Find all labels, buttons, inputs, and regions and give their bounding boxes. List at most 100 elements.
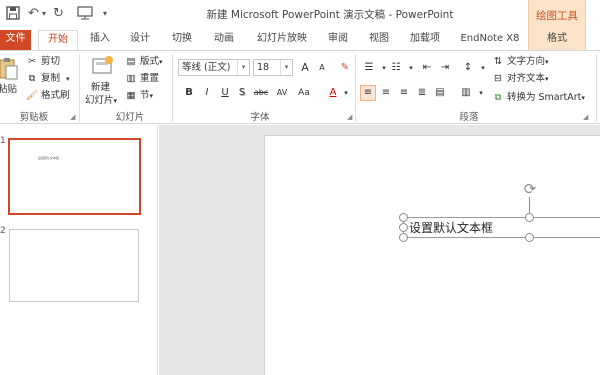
slide-thumbnail-1[interactable]: 设置默认文本框: [8, 138, 141, 215]
tab-file[interactable]: 文件: [0, 30, 31, 50]
smartart-label: 转换为 SmartArt: [507, 92, 582, 103]
layout-icon: ▤: [126, 56, 136, 67]
redo-icon[interactable]: ↻: [53, 6, 64, 22]
grow-font-button[interactable]: A: [297, 60, 313, 76]
layout-button[interactable]: ▤ 版式▾: [124, 55, 163, 69]
align-text-button[interactable]: ⊟ 对齐文本▾: [491, 72, 549, 86]
align-center-icon[interactable]: ≡: [378, 85, 394, 101]
justify-icon[interactable]: ≣: [414, 85, 430, 101]
section-label: 节: [140, 90, 150, 101]
tab-view[interactable]: 视图: [364, 30, 394, 50]
clear-formatting-icon[interactable]: ✎: [337, 60, 353, 76]
character-spacing-button[interactable]: AV: [274, 85, 290, 101]
underline-button[interactable]: U: [217, 85, 233, 101]
text-direction-icon: ⇅: [494, 56, 502, 67]
undo-dropdown-icon[interactable]: ▾: [42, 6, 46, 22]
resize-handle[interactable]: [525, 233, 534, 242]
tab-transitions[interactable]: 切换: [168, 30, 196, 50]
change-case-button[interactable]: Aa: [296, 85, 312, 101]
title-bar: ↶ ▾ ↻ ▾ 新建 Microsoft PowerPoint 演示文稿 - P…: [0, 0, 600, 30]
shadow-button[interactable]: S: [234, 85, 250, 101]
paragraph-launcher-icon[interactable]: ◢: [583, 113, 588, 121]
font-family-select[interactable]: 等线 (正文) ▾: [178, 59, 250, 76]
numbering-icon[interactable]: ☷: [388, 60, 404, 76]
resize-handle[interactable]: [399, 233, 408, 242]
line-spacing-icon[interactable]: ↕: [460, 60, 476, 76]
tab-endnote[interactable]: EndNote X8: [458, 30, 522, 50]
window-title: 新建 Microsoft PowerPoint 演示文稿 - PowerPoin…: [206, 9, 454, 21]
italic-button[interactable]: I: [199, 85, 215, 101]
current-slide[interactable]: [264, 135, 600, 375]
align-left-icon[interactable]: ≡: [360, 85, 376, 101]
bullets-icon[interactable]: ☰: [361, 60, 377, 76]
qat-customize-icon[interactable]: ▾: [103, 6, 107, 22]
font-launcher-icon[interactable]: ◢: [347, 113, 352, 121]
ribbon-tabs: 文件 开始 插入 设计 切换 动画 幻灯片放映 审阅 视图 加载项 EndNot…: [0, 30, 600, 51]
tab-animations[interactable]: 动画: [210, 30, 238, 50]
undo-icon[interactable]: ↶: [28, 6, 39, 22]
tab-format[interactable]: 格式: [528, 30, 586, 50]
reset-label: 重置: [140, 73, 160, 84]
thumbnail-text: 设置默认文本框: [38, 156, 60, 160]
cut-button[interactable]: ✂ 剪切: [25, 55, 60, 69]
paste-icon[interactable]: [0, 57, 18, 84]
align-text-label: 对齐文本: [507, 73, 546, 84]
new-slide-icon[interactable]: [91, 55, 115, 80]
text-direction-button[interactable]: ⇅ 文字方向▾: [491, 55, 549, 69]
reset-button[interactable]: ▥ 重置: [124, 72, 160, 86]
section-button[interactable]: ▦ 节▾: [124, 89, 154, 103]
bold-button[interactable]: B: [181, 85, 197, 101]
rotate-handle-icon[interactable]: ⟳: [522, 181, 538, 197]
decrease-indent-icon[interactable]: ⇤: [419, 60, 435, 76]
resize-handle[interactable]: [399, 213, 408, 222]
chevron-down-icon: ▾: [545, 75, 549, 83]
copy-icon: ⧉: [28, 73, 36, 84]
shrink-font-button[interactable]: A: [314, 60, 330, 76]
tab-review[interactable]: 审阅: [323, 30, 353, 50]
tab-addins[interactable]: 加载项: [405, 30, 445, 50]
section-icon: ▦: [126, 90, 136, 101]
text-box-content[interactable]: 设置默认文本框: [409, 219, 493, 236]
tab-home[interactable]: 开始: [38, 30, 78, 51]
group-divider: [172, 54, 173, 122]
font-family-value: 等线 (正文): [182, 62, 231, 73]
resize-handle[interactable]: [399, 223, 408, 232]
columns-icon[interactable]: ▥: [458, 85, 474, 101]
save-icon[interactable]: [6, 6, 20, 22]
chevron-down-icon: ▾: [545, 58, 549, 66]
tab-slideshow[interactable]: 幻灯片放映: [252, 30, 312, 50]
strikethrough-button[interactable]: abc: [252, 85, 270, 101]
resize-handle[interactable]: [525, 213, 534, 222]
chevron-down-icon[interactable]: ▾: [475, 60, 491, 76]
new-slide-dropdown[interactable]: 幻灯片▾: [85, 94, 117, 108]
chevron-down-icon[interactable]: ▾: [403, 60, 419, 76]
text-direction-label: 文字方向: [507, 56, 546, 67]
paste-button[interactable]: 粘贴: [0, 83, 17, 97]
chevron-down-icon[interactable]: ▾: [473, 85, 489, 101]
tab-design[interactable]: 设计: [126, 30, 154, 50]
format-painter-button[interactable]: 🖌 格式刷: [25, 89, 70, 103]
clipboard-group-label: 剪贴板: [19, 112, 49, 123]
start-from-beginning-icon[interactable]: [77, 6, 93, 22]
align-right-icon[interactable]: ≡: [396, 85, 412, 101]
copy-dropdown-icon: ▾: [66, 75, 70, 83]
slide-thumbnail-2[interactable]: [9, 229, 139, 302]
new-slide-label-2: 幻灯片: [85, 95, 114, 106]
copy-button[interactable]: ⧉ 复制 ▾: [25, 72, 70, 86]
new-slide-label[interactable]: 新建: [91, 81, 110, 95]
tab-insert[interactable]: 插入: [86, 30, 114, 50]
chevron-down-icon: ▾: [237, 60, 249, 75]
chevron-down-icon[interactable]: ▾: [338, 85, 354, 101]
increase-indent-icon[interactable]: ⇥: [437, 60, 453, 76]
drawing-tools-context: 绘图工具: [528, 0, 586, 30]
font-size-select[interactable]: 18 ▾: [253, 59, 293, 76]
distributed-icon[interactable]: ▤: [432, 85, 448, 101]
smartart-button[interactable]: ⧉ 转换为 SmartArt▾: [491, 91, 585, 105]
clipboard-launcher-icon[interactable]: ◢: [70, 113, 75, 121]
copy-label: 复制: [41, 73, 61, 84]
group-divider: [355, 54, 356, 122]
ribbon: 粘贴 ✂ 剪切 ⧉ 复制 ▾ 🖌 格式刷 剪贴板 ◢ 新建 幻灯片▾ ▤ 版式▾ ▥ 重置 …: [0, 50, 600, 124]
slides-group-label: 幻灯片: [115, 112, 145, 123]
slide-number: 1: [0, 136, 6, 146]
chevron-down-icon: ▾: [159, 58, 163, 66]
